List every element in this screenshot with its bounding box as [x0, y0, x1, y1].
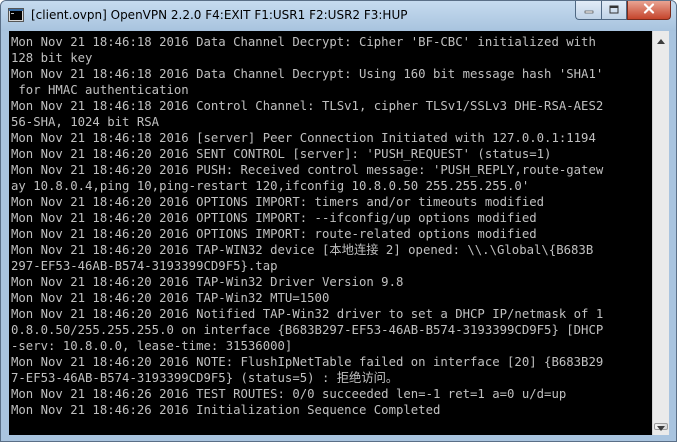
- minimize-icon: [584, 1, 594, 19]
- vertical-scrollbar[interactable]: [652, 31, 669, 435]
- console-line: Mon Nov 21 18:46:20 2016 Notified TAP-Wi…: [11, 307, 604, 321]
- console-line: Mon Nov 21 18:46:18 2016 Control Channel…: [11, 99, 604, 113]
- console-line: Mon Nov 21 18:46:20 2016 OPTIONS IMPORT:…: [11, 195, 545, 209]
- console-line: Mon Nov 21 18:46:20 2016 PUSH: Received …: [11, 163, 604, 177]
- maximize-icon: [609, 1, 619, 19]
- console-line: Mon Nov 21 18:46:20 2016 TAP-Win32 MTU=1…: [11, 291, 330, 305]
- console-app-icon[interactable]: [8, 7, 24, 23]
- scroll-up-button[interactable]: [653, 31, 669, 48]
- console-output[interactable]: Mon Nov 21 18:46:18 2016 Data Channel De…: [9, 31, 652, 435]
- console-line: 0.8.0.50/255.255.255.0 on interface {B68…: [11, 323, 604, 337]
- console-line: Mon Nov 21 18:46:20 2016 SENT CONTROL [s…: [11, 147, 552, 161]
- arrow-down-icon: [657, 418, 665, 436]
- console-line: -serv: 10.8.0.0, lease-time: 31536000]: [11, 339, 293, 353]
- console-line: for HMAC authentication: [11, 83, 189, 97]
- console-line: 56-SHA, 1024 bit RSA: [11, 115, 160, 129]
- console-line: Mon Nov 21 18:46:26 2016 TEST ROUTES: 0/…: [11, 387, 567, 401]
- console-window: [client.ovpn] OpenVPN 2.2.0 F4:EXIT F1:U…: [0, 0, 677, 442]
- console-line: ay 10.8.0.4,ping 10,ping-restart 120,ifc…: [11, 179, 530, 193]
- console-line: Mon Nov 21 18:46:20 2016 OPTIONS IMPORT:…: [11, 211, 537, 225]
- console-line: Mon Nov 21 18:46:18 2016 Data Channel De…: [11, 35, 596, 49]
- arrow-up-icon: [657, 31, 665, 49]
- console-log: Mon Nov 21 18:46:18 2016 Data Channel De…: [11, 34, 603, 418]
- console-line: Mon Nov 21 18:46:20 2016 TAP-Win32 Drive…: [11, 275, 404, 289]
- console-line: Mon Nov 21 18:46:18 2016 Data Channel De…: [11, 67, 604, 81]
- minimize-button[interactable]: [575, 1, 601, 20]
- maximize-button[interactable]: [601, 1, 627, 20]
- console-line: 7-EF53-46AB-B574-3193399CD9F5} (status=5…: [11, 371, 399, 385]
- console-line: 297-EF53-46AB-B574-3193399CD9F5}.tap: [11, 259, 278, 273]
- console-line: Mon Nov 21 18:46:20 2016 TAP-WIN32 devic…: [11, 243, 594, 257]
- console-line: Mon Nov 21 18:46:26 2016 Initialization …: [11, 403, 441, 417]
- close-icon: [643, 1, 655, 19]
- window-title: [client.ovpn] OpenVPN 2.2.0 F4:EXIT F1:U…: [31, 8, 408, 22]
- title-bar[interactable]: [client.ovpn] OpenVPN 2.2.0 F4:EXIT F1:U…: [1, 1, 676, 31]
- console-line: Mon Nov 21 18:46:20 2016 NOTE: FlushIpNe…: [11, 355, 604, 369]
- caption-buttons: [575, 1, 671, 21]
- console-line: Mon Nov 21 18:46:20 2016 OPTIONS IMPORT:…: [11, 227, 537, 241]
- close-button[interactable]: [627, 1, 671, 20]
- console-line: 128 bit key: [11, 51, 93, 65]
- console-line: Mon Nov 21 18:46:18 2016 [server] Peer C…: [11, 131, 596, 145]
- scroll-down-button[interactable]: [653, 418, 669, 435]
